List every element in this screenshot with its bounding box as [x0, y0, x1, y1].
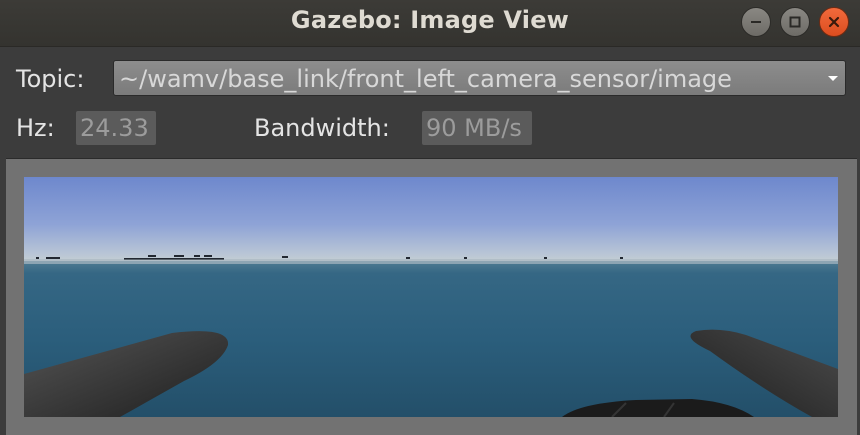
bandwidth-label: Bandwidth:	[254, 114, 390, 142]
window-title: Gazebo: Image View	[290, 6, 570, 34]
image-view-window: Gazebo: Image View Topic: ~/wamv/base_li…	[0, 0, 860, 435]
main-panel: Topic: ~/wamv/base_link/front_left_camer…	[0, 47, 860, 435]
minimize-button[interactable]	[741, 7, 771, 37]
close-icon	[828, 16, 840, 28]
minimize-icon	[751, 21, 761, 23]
hz-label: Hz:	[16, 114, 55, 142]
chevron-down-icon	[828, 76, 838, 81]
sky	[24, 177, 838, 263]
camera-image	[24, 177, 838, 417]
image-viewer-panel	[6, 158, 857, 435]
topic-label: Topic:	[16, 65, 85, 93]
horizon-haze	[24, 259, 838, 264]
topic-selected-value: ~/wamv/base_link/front_left_camera_senso…	[119, 65, 732, 93]
maximize-button[interactable]	[780, 7, 810, 37]
title-bar[interactable]: Gazebo: Image View	[0, 0, 860, 47]
topic-dropdown[interactable]: ~/wamv/base_link/front_left_camera_senso…	[113, 60, 846, 96]
maximize-icon	[789, 16, 801, 28]
close-button[interactable]	[819, 7, 849, 37]
hz-value: 24.33	[76, 111, 156, 145]
bandwidth-value: 90 MB/s	[422, 111, 532, 145]
